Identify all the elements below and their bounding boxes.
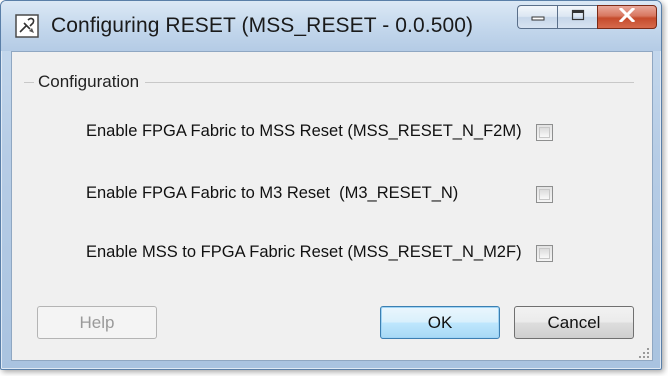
resize-grip-icon[interactable]	[638, 346, 650, 358]
cancel-button[interactable]: Cancel	[514, 306, 634, 339]
maximize-icon	[571, 8, 585, 26]
app-config-icon[interactable]	[15, 14, 39, 38]
option-label-mss-reset-f2m: Enable FPGA Fabric to MSS Reset (MSS_RES…	[86, 122, 522, 140]
dialog-window: Configuring RESET (MSS_RESET - 0.0.500) …	[0, 0, 662, 370]
checkbox-mss-reset-m2f[interactable]	[536, 245, 553, 262]
close-button[interactable]	[597, 5, 657, 29]
checkbox-mss-reset-f2m[interactable]	[536, 124, 553, 141]
group-label: Configuration	[34, 72, 146, 92]
title-bar[interactable]: Configuring RESET (MSS_RESET - 0.0.500)	[1, 1, 661, 51]
maximize-button[interactable]	[557, 5, 597, 29]
close-icon	[618, 6, 636, 27]
checkbox-m3-reset[interactable]	[536, 186, 553, 203]
caption-buttons	[517, 5, 657, 31]
dialog-client-area: Configuration Enable FPGA Fabric to MSS …	[11, 51, 653, 361]
help-button[interactable]: Help	[37, 306, 157, 339]
minimize-button[interactable]	[517, 5, 557, 29]
option-label-m3-reset: Enable FPGA Fabric to M3 Reset (M3_RESET…	[86, 184, 459, 202]
minimize-icon	[531, 8, 545, 26]
window-title: Configuring RESET (MSS_RESET - 0.0.500)	[51, 14, 474, 37]
option-label-mss-reset-m2f: Enable MSS to FPGA Fabric Reset (MSS_RES…	[86, 243, 522, 261]
ok-button[interactable]: OK	[380, 306, 500, 339]
